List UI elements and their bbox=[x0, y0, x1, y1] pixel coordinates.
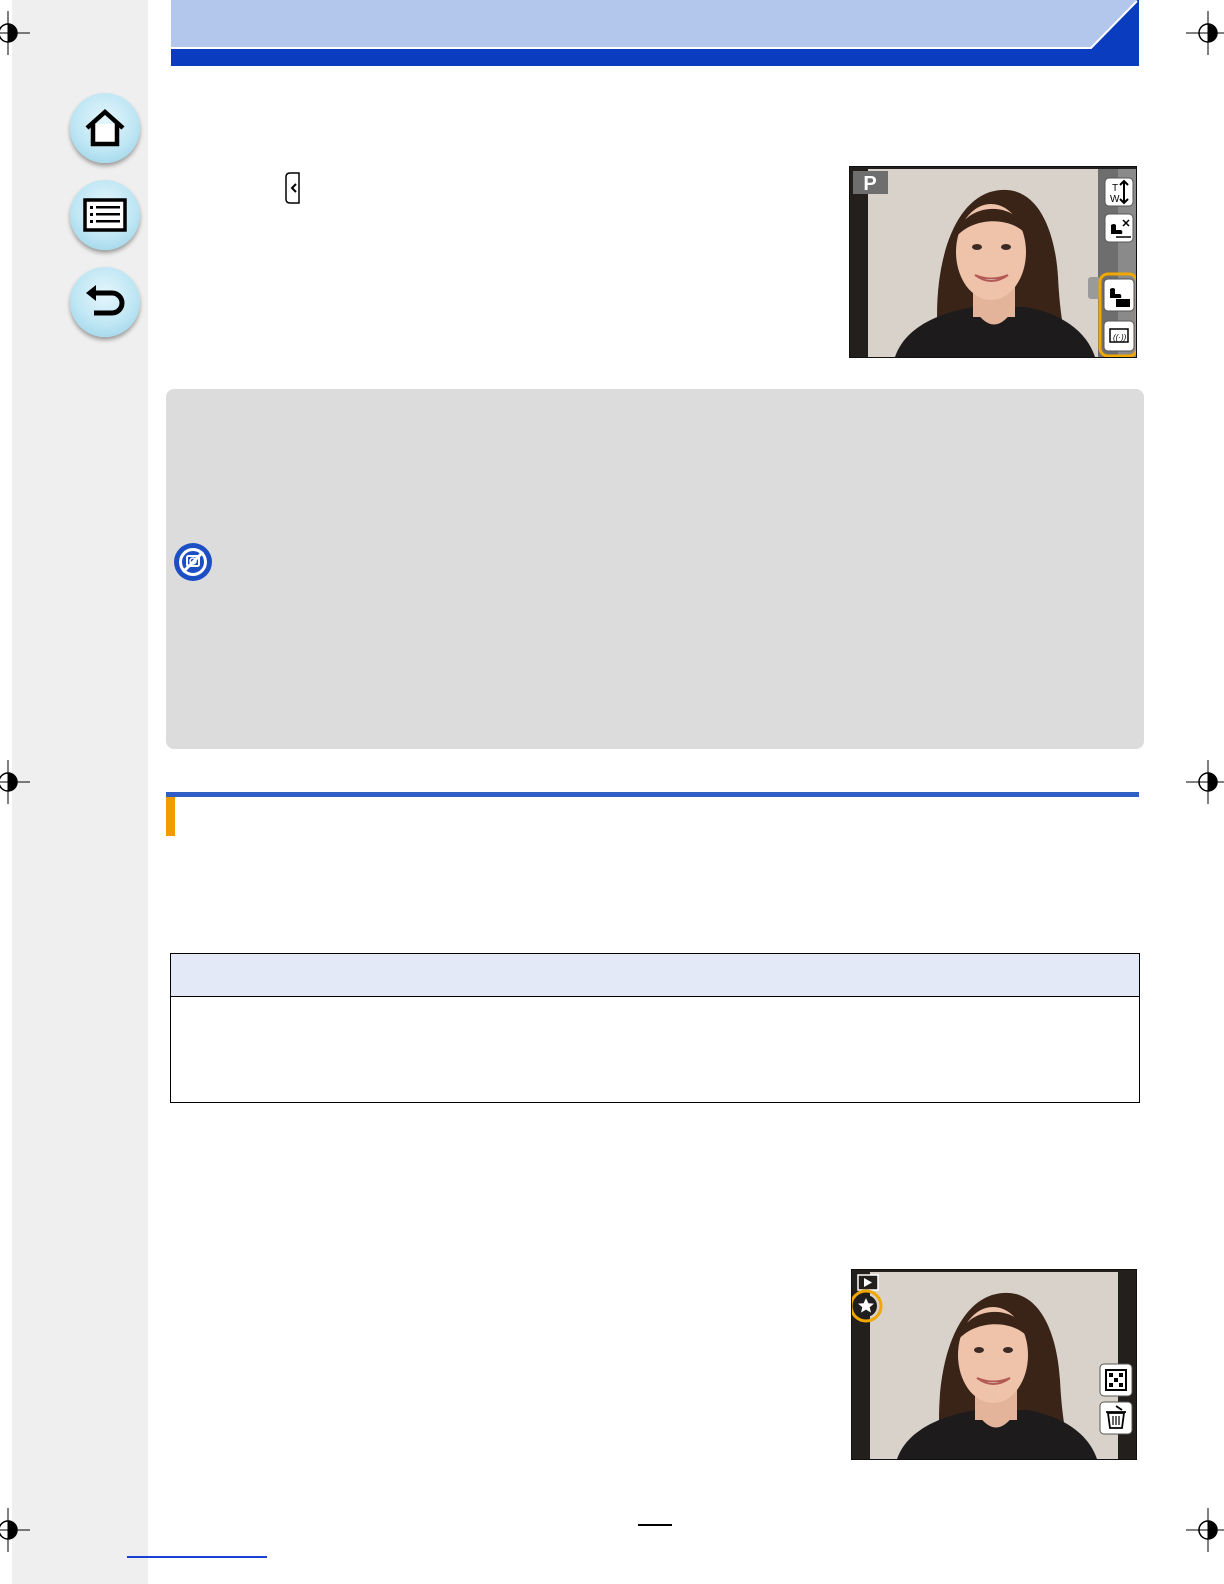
back-button[interactable] bbox=[70, 267, 140, 337]
list-icon bbox=[83, 198, 127, 232]
page-header bbox=[171, 0, 1139, 66]
svg-text:T: T bbox=[1112, 183, 1118, 194]
registration-mark-icon bbox=[1186, 11, 1224, 55]
section-heading-rule bbox=[166, 792, 1139, 797]
home-icon bbox=[85, 108, 125, 147]
delete-icon bbox=[1099, 1401, 1133, 1435]
registration-mark-icon bbox=[0, 11, 30, 55]
touch-ae-icon bbox=[1103, 278, 1135, 312]
section-heading-marker bbox=[166, 797, 175, 836]
multi-playback-icon bbox=[1099, 1363, 1133, 1397]
touch-shutter-off-icon bbox=[1104, 213, 1134, 243]
favorite-star-icon bbox=[852, 1289, 883, 1323]
table-body bbox=[171, 997, 1139, 1101]
table-header bbox=[171, 954, 1139, 997]
camera-screen-recording: P T W ((·)) bbox=[849, 166, 1137, 358]
return-icon bbox=[86, 285, 125, 316]
footer-link[interactable] bbox=[127, 1556, 267, 1558]
svg-text:((·)): ((·)) bbox=[1113, 333, 1127, 342]
registration-mark-icon bbox=[0, 760, 30, 804]
registration-mark-icon bbox=[1186, 760, 1224, 804]
registration-mark-icon bbox=[0, 1508, 30, 1552]
side-button-icon bbox=[285, 172, 303, 204]
zoom-tw-icon: T W bbox=[1104, 177, 1134, 207]
peaking-icon: ((·)) bbox=[1103, 320, 1135, 352]
playback-icon bbox=[857, 1274, 879, 1291]
home-button[interactable] bbox=[70, 93, 140, 163]
settings-table bbox=[170, 953, 1140, 1103]
svg-text:W: W bbox=[1110, 194, 1120, 205]
scroll-tab-icon bbox=[1088, 277, 1100, 299]
contents-button[interactable] bbox=[70, 180, 140, 250]
registration-mark-icon bbox=[1186, 1508, 1224, 1552]
mode-label: P bbox=[863, 173, 876, 195]
not-available-icon bbox=[173, 542, 213, 582]
page-number-rule bbox=[638, 1524, 672, 1526]
note-box bbox=[166, 389, 1144, 749]
camera-screen-playback bbox=[851, 1269, 1137, 1460]
